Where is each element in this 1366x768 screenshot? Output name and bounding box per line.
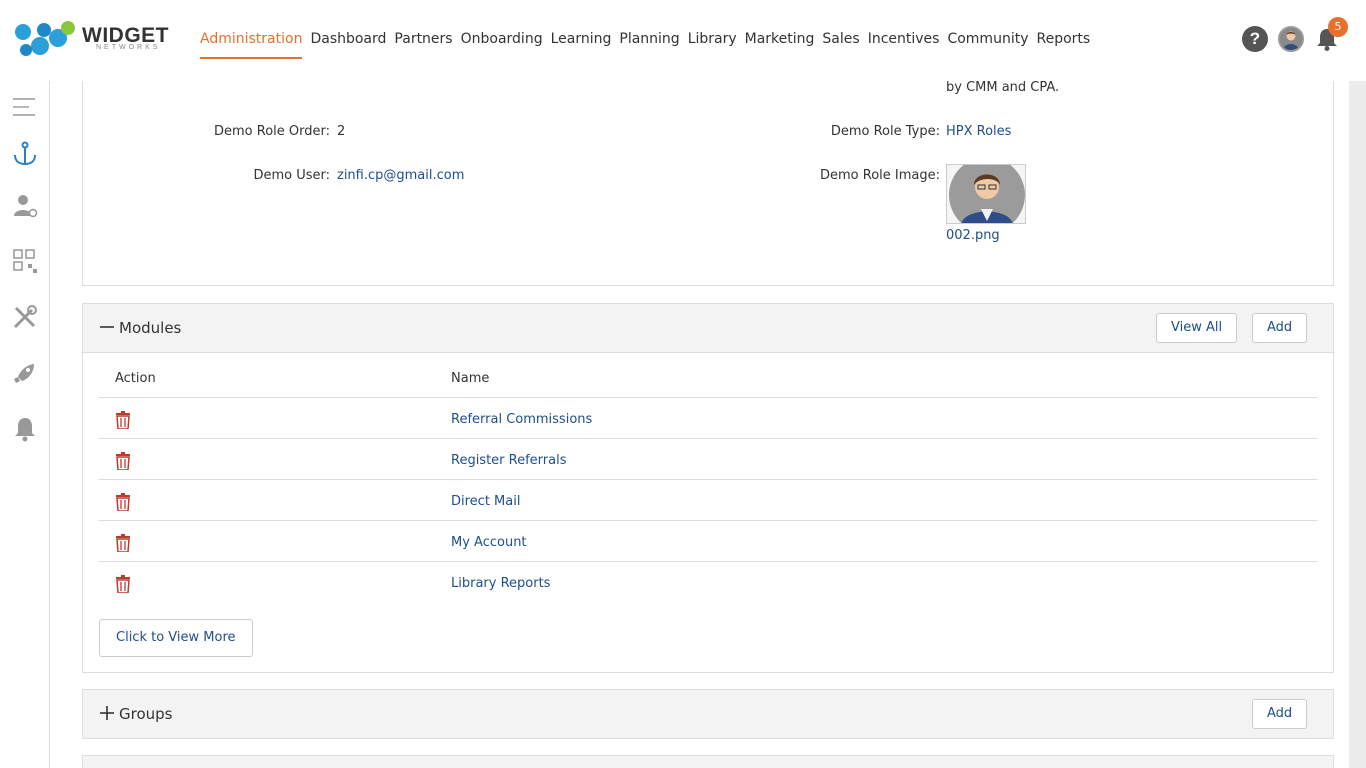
tools-icon[interactable] [12, 304, 38, 330]
role-order-label: Demo Role Order: [214, 124, 330, 139]
rocket-icon[interactable] [12, 361, 38, 387]
expand-plus-icon[interactable] [99, 705, 115, 721]
main-nav: Administration Dashboard Partners Onboar… [200, 31, 1090, 59]
role-description-tail: by CMM and CPA. [946, 81, 1060, 95]
trash-icon[interactable] [115, 493, 131, 511]
menu-icon[interactable] [12, 94, 38, 120]
modules-table: Action Name Referral Commissions Registe… [99, 353, 1317, 603]
user-avatar[interactable] [1278, 26, 1304, 52]
modules-panel-header[interactable]: Modules View All Add [83, 304, 1333, 353]
col-header-action: Action [115, 371, 156, 386]
module-name-link[interactable]: Direct Mail [451, 494, 520, 509]
next-panel [82, 755, 1334, 768]
nav-learning[interactable]: Learning [551, 31, 612, 59]
table-row: Library Reports [99, 562, 1317, 603]
table-row: Register Referrals [99, 439, 1317, 480]
scroll-gutter [1349, 81, 1366, 768]
col-header-name: Name [451, 371, 490, 386]
top-bar: WIDGET NETWORKS Administration Dashboard… [0, 0, 1366, 81]
nav-incentives[interactable]: Incentives [868, 31, 940, 59]
collapse-minus-icon[interactable] [99, 319, 115, 335]
nav-marketing[interactable]: Marketing [745, 31, 815, 59]
view-all-button[interactable]: View All [1156, 313, 1238, 343]
nav-sales[interactable]: Sales [822, 31, 859, 59]
notifications-button[interactable]: 5 [1314, 17, 1348, 52]
role-type-label: Demo Role Type: [830, 124, 940, 139]
qr-grid-icon[interactable] [12, 248, 38, 274]
nav-partners[interactable]: Partners [394, 31, 452, 59]
logo-mark-icon [15, 21, 75, 56]
trash-icon[interactable] [115, 452, 131, 470]
nav-reports[interactable]: Reports [1036, 31, 1090, 59]
help-icon[interactable]: ? [1242, 26, 1268, 52]
table-row: Referral Commissions [99, 398, 1317, 439]
modules-table-header: Action Name [99, 353, 1317, 398]
notification-count-badge: 5 [1328, 17, 1348, 37]
table-row: Direct Mail [99, 480, 1317, 521]
nav-administration[interactable]: Administration [200, 31, 303, 59]
module-name-link[interactable]: Register Referrals [451, 453, 567, 468]
groups-title: Groups [119, 705, 173, 723]
nav-library[interactable]: Library [688, 31, 737, 59]
brand-logo[interactable]: WIDGET NETWORKS [14, 20, 169, 60]
trash-icon[interactable] [115, 411, 131, 429]
trash-icon[interactable] [115, 534, 131, 552]
role-image-filename-link[interactable]: 002.png [946, 228, 1000, 243]
role-type-link[interactable]: HPX Roles [946, 124, 1011, 139]
anchor-icon[interactable] [12, 141, 38, 167]
modules-title: Modules [119, 319, 182, 337]
view-more-button[interactable]: Click to View More [99, 619, 253, 657]
user-avatar-icon [1280, 28, 1302, 50]
module-name-link[interactable]: My Account [451, 535, 527, 550]
trash-icon[interactable] [115, 575, 131, 593]
groups-panel-header[interactable]: Groups Add [83, 690, 1333, 738]
module-name-link[interactable]: Referral Commissions [451, 412, 592, 427]
table-row: My Account [99, 521, 1317, 562]
role-details-panel: by CMM and CPA. Demo Role Order: 2 Demo … [82, 81, 1334, 286]
left-sidebar [0, 81, 50, 768]
role-image-thumbnail[interactable] [946, 164, 1026, 224]
role-order-value: 2 [337, 124, 346, 139]
main-content: by CMM and CPA. Demo Role Order: 2 Demo … [50, 81, 1366, 768]
add-group-button[interactable]: Add [1252, 699, 1308, 729]
brand-subname: NETWORKS [96, 44, 161, 51]
nav-onboarding[interactable]: Onboarding [461, 31, 543, 59]
role-image-label: Demo Role Image: [820, 168, 940, 183]
modules-panel: Modules View All Add Action Name Referra… [82, 303, 1334, 673]
nav-planning[interactable]: Planning [619, 31, 679, 59]
demo-user-label: Demo User: [253, 168, 330, 183]
nav-community[interactable]: Community [947, 31, 1028, 59]
demo-user-link[interactable]: zinfi.cp@gmail.com [337, 168, 464, 183]
groups-panel: Groups Add [82, 689, 1334, 739]
module-name-link[interactable]: Library Reports [451, 576, 550, 591]
header-actions: ? 5 [1242, 17, 1348, 52]
add-module-button[interactable]: Add [1252, 313, 1308, 343]
bell-icon[interactable] [12, 416, 38, 442]
person-avatar-image [949, 165, 1025, 223]
user-settings-icon[interactable] [12, 193, 38, 219]
nav-dashboard[interactable]: Dashboard [310, 31, 386, 59]
